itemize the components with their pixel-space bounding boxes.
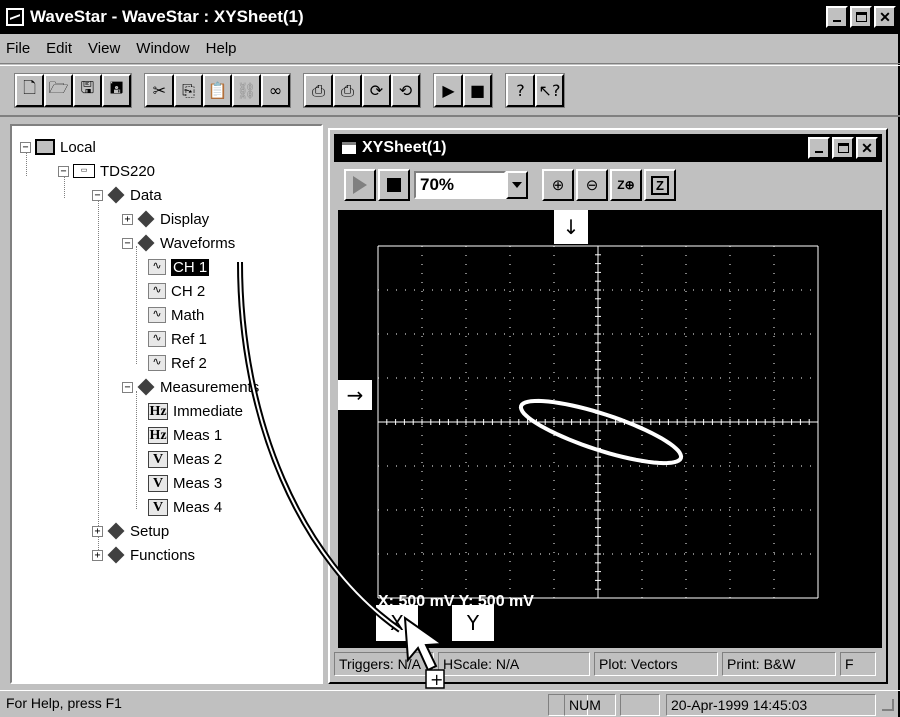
status-datetime: 20-Apr-1999 14:45:03: [666, 694, 876, 716]
wavestar-app: WaveStar - WaveStar : XYSheet(1) ✕ File …: [0, 0, 900, 717]
status-num: NUM: [564, 694, 616, 716]
drag-path-overlay: +: [237, 261, 445, 689]
resize-grip-icon[interactable]: [882, 699, 894, 711]
svg-text:+: +: [430, 670, 443, 689]
main-status-bar: For Help, press F1 NUM 20-Apr-1999 14:45…: [0, 690, 900, 717]
mouse-cursor-icon: [403, 615, 445, 672]
help-hint: For Help, press F1: [6, 695, 122, 711]
status-cell-scroll: [620, 694, 660, 716]
